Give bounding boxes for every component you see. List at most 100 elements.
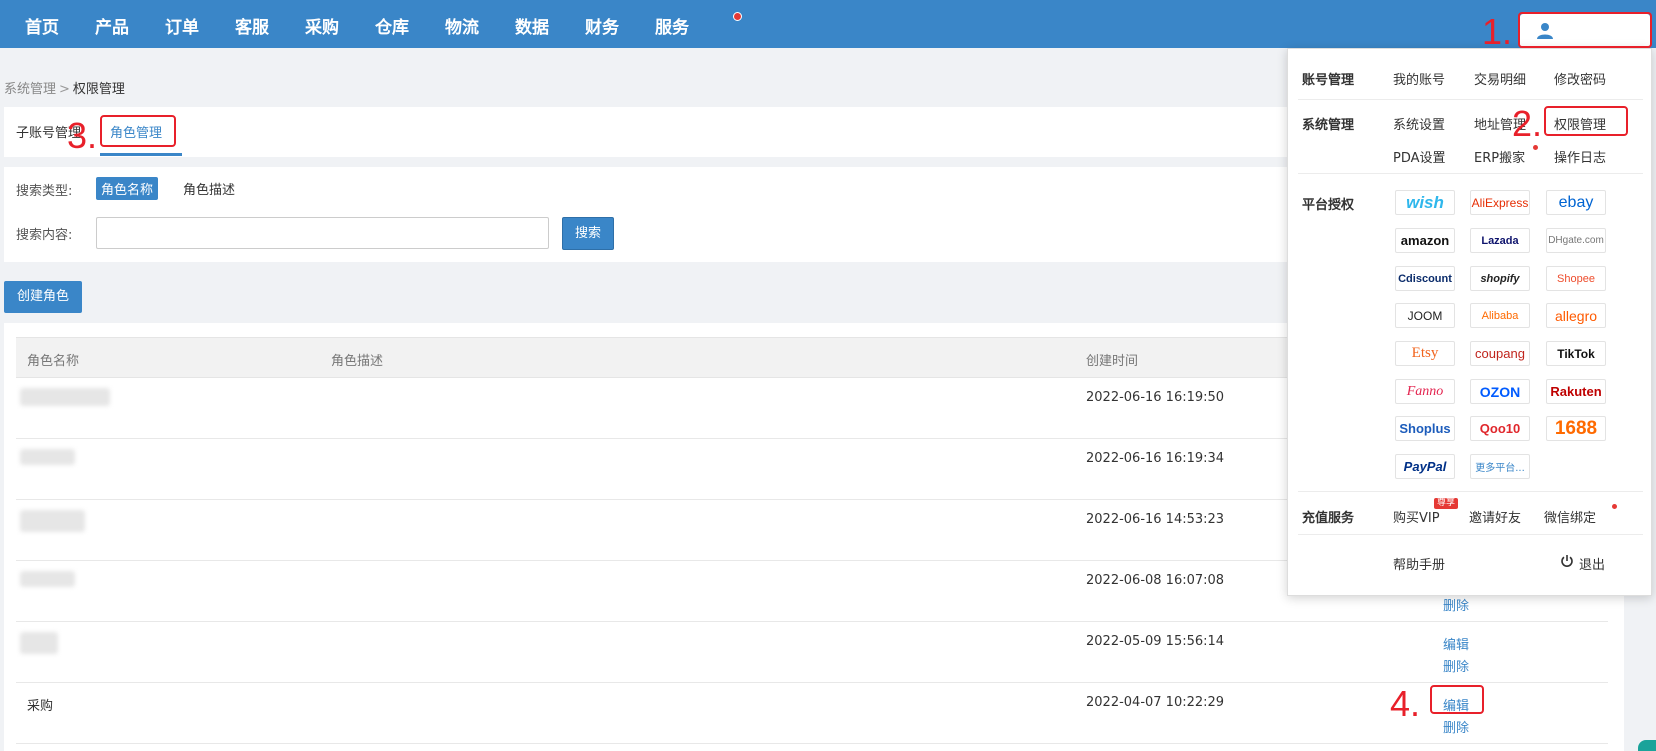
vip-badge: 尊享 (1434, 498, 1459, 509)
logo-joom[interactable]: JOOM (1395, 303, 1455, 328)
menu-operation-log[interactable]: 操作日志 (1554, 147, 1606, 166)
nav-services[interactable]: 服务 (655, 0, 689, 48)
menu-logout[interactable]: 退出 (1579, 554, 1605, 573)
logo-fanno[interactable]: Fanno (1395, 379, 1455, 404)
nav-purchasing[interactable]: 采购 (305, 0, 339, 48)
created-time: 2022-06-16 14:53:23 (1086, 512, 1225, 527)
nav-finance[interactable]: 财务 (585, 0, 619, 48)
tab-bar: 子账号管理 角色管理 (4, 107, 1304, 157)
annotation-box-permission (1544, 106, 1628, 136)
top-nav: 首页 产品 订单 客服 采购 仓库 物流 数据 财务 服务 (0, 0, 1656, 48)
created-time: 2022-04-07 10:22:29 (1086, 695, 1225, 710)
column-header-role-desc: 角色描述 (331, 354, 384, 369)
role-name: 采购 (27, 699, 54, 714)
create-role-button[interactable]: 创建角色 (4, 281, 82, 313)
redacted-role-name (20, 510, 85, 532)
nav-customer-service[interactable]: 客服 (235, 0, 269, 48)
created-time: 2022-06-08 16:07:08 (1086, 573, 1225, 588)
logo-1688[interactable]: 1688 (1546, 416, 1606, 441)
delete-link[interactable]: 删除 (1443, 595, 1469, 614)
annotation-box-edit (1430, 685, 1484, 714)
power-icon (1561, 555, 1573, 567)
created-time: 2022-06-16 16:19:34 (1086, 451, 1225, 466)
search-panel: 搜索类型: 角色名称 角色描述 搜索内容: 搜索 (4, 167, 1304, 262)
logo-ozon[interactable]: OZON (1470, 379, 1530, 404)
menu-buy-vip[interactable]: 购买VIP (1393, 507, 1440, 526)
logo-wish[interactable]: wish (1395, 190, 1455, 215)
logo-aliexpress[interactable]: AliExpress (1470, 190, 1530, 215)
redacted-role-name (20, 449, 75, 465)
divider (1298, 99, 1643, 100)
menu-erp-migration[interactable]: ERP搬家 (1474, 147, 1525, 166)
redacted-role-name (20, 632, 58, 654)
nav-logistics[interactable]: 物流 (445, 0, 479, 48)
breadcrumb: 系统管理 > 权限管理 (4, 78, 125, 97)
logo-qoo10[interactable]: Qoo10 (1470, 416, 1530, 441)
menu-help-manual[interactable]: 帮助手册 (1393, 554, 1445, 573)
logo-lazada[interactable]: Lazada (1470, 228, 1530, 253)
logo-alibaba[interactable]: Alibaba (1470, 303, 1530, 328)
section-title-recharge: 充值服务 (1302, 511, 1355, 526)
logo-shopify[interactable]: shopify (1470, 266, 1530, 291)
search-input[interactable] (96, 217, 549, 249)
divider (1298, 491, 1643, 492)
menu-transactions[interactable]: 交易明细 (1474, 69, 1526, 88)
more-platforms-link[interactable]: 更多平台... (1470, 454, 1530, 479)
annotation-box-role-tab (100, 115, 176, 147)
table-row: 2022-05-09 15:56:14 编辑 删除 (16, 622, 1608, 683)
annotation-box-user-menu (1518, 12, 1652, 48)
search-type-role-desc[interactable]: 角色描述 (178, 177, 240, 200)
nav-home[interactable]: 首页 (25, 0, 59, 48)
breadcrumb-separator: > (59, 82, 70, 97)
column-header-role-name: 角色名称 (27, 354, 80, 369)
step-label-3: 3. (67, 115, 98, 156)
search-type-role-name[interactable]: 角色名称 (96, 177, 159, 200)
nav-data[interactable]: 数据 (515, 0, 549, 48)
breadcrumb-parent[interactable]: 系统管理 (4, 82, 56, 97)
nav-products[interactable]: 产品 (95, 0, 129, 48)
delete-link[interactable]: 删除 (1443, 656, 1469, 675)
nav-warehouse[interactable]: 仓库 (375, 0, 409, 48)
menu-pda-settings[interactable]: PDA设置 (1393, 147, 1446, 166)
step-label-1: 1. (1482, 11, 1513, 52)
menu-my-account[interactable]: 我的账号 (1393, 69, 1445, 88)
edit-link[interactable]: 编辑 (1443, 634, 1469, 653)
menu-change-password[interactable]: 修改密码 (1554, 69, 1606, 88)
menu-invite-friends[interactable]: 邀请好友 (1469, 507, 1521, 526)
section-title-account: 账号管理 (1302, 73, 1355, 88)
logo-tiktok[interactable]: TikTok (1546, 341, 1606, 366)
new-dot (1612, 504, 1617, 509)
logo-rakuten[interactable]: Rakuten (1546, 379, 1606, 404)
logo-cdiscount[interactable]: Cdiscount (1395, 266, 1455, 291)
logo-ebay[interactable]: ebay (1546, 190, 1606, 215)
logo-shoplus[interactable]: Shoplus (1395, 416, 1455, 441)
logo-paypal[interactable]: PayPal (1395, 454, 1455, 479)
logo-amazon[interactable]: amazon (1395, 228, 1455, 253)
section-title-system: 系统管理 (1302, 118, 1355, 133)
notification-dot (733, 12, 742, 21)
nav-orders[interactable]: 订单 (165, 0, 199, 48)
step-label-4: 4. (1390, 683, 1421, 724)
redacted-role-name (20, 388, 110, 406)
delete-link[interactable]: 删除 (1443, 717, 1469, 736)
created-time: 2022-05-09 15:56:14 (1086, 634, 1225, 649)
section-title-platform: 平台授权 (1302, 198, 1355, 213)
logo-allegro[interactable]: allegro (1546, 303, 1606, 328)
column-header-created-time: 创建时间 (1086, 354, 1139, 369)
new-dot (1533, 145, 1538, 150)
table-row: 采购 2022-04-07 10:22:29 编辑 删除 (16, 683, 1608, 744)
divider (1298, 173, 1643, 174)
search-content-label: 搜索内容: (16, 228, 73, 243)
search-type-label: 搜索类型: (16, 184, 73, 199)
step-label-2: 2. (1512, 103, 1543, 144)
logo-etsy[interactable]: Etsy (1395, 341, 1455, 366)
search-button[interactable]: 搜索 (562, 217, 614, 250)
redacted-role-name (20, 571, 75, 587)
menu-wechat-binding[interactable]: 微信绑定 (1544, 507, 1596, 526)
logo-shopee[interactable]: Shopee (1546, 266, 1606, 291)
active-tab-indicator (100, 153, 182, 156)
logo-coupang[interactable]: coupang (1470, 341, 1530, 366)
logo-dhgate[interactable]: DHgate.com (1546, 228, 1606, 253)
menu-system-settings[interactable]: 系统设置 (1393, 114, 1445, 133)
help-widget[interactable] (1638, 740, 1656, 751)
